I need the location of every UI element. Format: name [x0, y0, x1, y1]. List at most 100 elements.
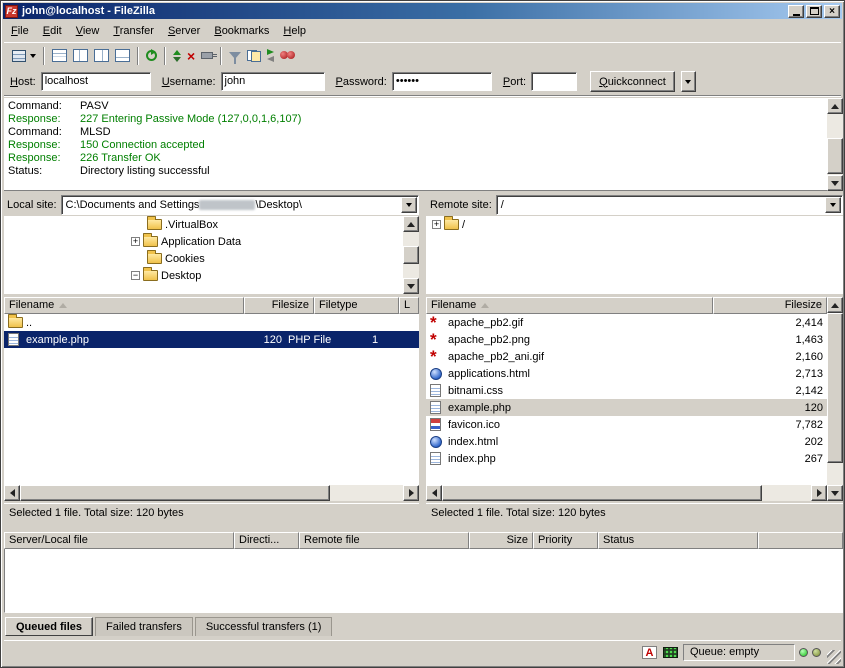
menu-server[interactable]: Server: [161, 22, 207, 40]
scroll-up-button[interactable]: [827, 297, 843, 313]
menu-file[interactable]: File: [4, 22, 36, 40]
scrollbar-thumb[interactable]: [827, 138, 843, 174]
tree-item[interactable]: −Desktop: [4, 267, 419, 284]
local-list-header: Filename Filesize Filetype L: [4, 297, 419, 314]
column-header-status[interactable]: Status: [598, 532, 758, 549]
directory-comparison-button[interactable]: [244, 45, 264, 67]
menu-transfer[interactable]: Transfer: [106, 22, 161, 40]
tree-item[interactable]: +/: [426, 216, 843, 233]
scroll-down-button[interactable]: [827, 175, 843, 191]
expand-icon[interactable]: +: [131, 237, 140, 246]
folder-icon: [444, 219, 459, 230]
close-icon: ×: [829, 6, 835, 17]
tab-failed-transfers[interactable]: Failed transfers: [95, 617, 193, 636]
quickconnect-button[interactable]: Quickconnect: [590, 71, 675, 92]
collapse-icon[interactable]: −: [131, 271, 140, 280]
file-row[interactable]: ..: [4, 314, 419, 331]
log-scrollbar[interactable]: [827, 98, 843, 191]
menu-view[interactable]: View: [69, 22, 107, 40]
close-button[interactable]: ×: [824, 5, 840, 18]
password-input[interactable]: ••••••: [392, 72, 492, 91]
column-header-size[interactable]: Size: [469, 532, 533, 549]
toggle-queue-button[interactable]: [112, 45, 133, 67]
column-header-filename[interactable]: Filename: [426, 297, 713, 314]
transfer-queue-list[interactable]: [4, 549, 843, 613]
tree-item[interactable]: .VirtualBox: [4, 216, 419, 233]
file-row[interactable]: *apache_pb2.png1,463: [426, 331, 827, 348]
scrollbar-thumb[interactable]: [442, 485, 762, 501]
minimize-button[interactable]: [788, 5, 804, 18]
column-header-remote-file[interactable]: Remote file: [299, 532, 469, 549]
quickconnect-dropdown-button[interactable]: [681, 71, 696, 92]
chevron-down-icon: [406, 203, 412, 207]
cancel-transfer-button[interactable]: ×: [184, 45, 198, 67]
menu-bookmarks[interactable]: Bookmarks: [207, 22, 276, 40]
tree-item[interactable]: Cookies: [4, 250, 419, 267]
scroll-up-button[interactable]: [827, 98, 843, 114]
scrollbar-thumb[interactable]: [20, 485, 330, 501]
local-site-combobox[interactable]: C:\Documents and Settings\Desktop\: [61, 195, 419, 215]
tab-queued-files[interactable]: Queued files: [5, 617, 93, 636]
toggle-message-log-button[interactable]: [49, 45, 70, 67]
column-header-filesize[interactable]: Filesize: [713, 297, 827, 314]
refresh-button[interactable]: [143, 45, 160, 67]
chevron-down-icon[interactable]: [30, 54, 36, 58]
file-row-selected[interactable]: example.php120: [426, 399, 827, 416]
column-header-filename[interactable]: Filename: [4, 297, 244, 314]
column-header-filesize[interactable]: Filesize: [244, 297, 314, 314]
file-row[interactable]: *apache_pb2.gif2,414: [426, 314, 827, 331]
host-input[interactable]: localhost: [41, 72, 151, 91]
scrollbar-thumb[interactable]: [403, 246, 419, 264]
port-input[interactable]: [531, 72, 577, 91]
process-queue-button[interactable]: [170, 45, 184, 67]
tree-item[interactable]: +Application Data: [4, 233, 419, 250]
column-header-priority[interactable]: Priority: [533, 532, 598, 549]
file-row[interactable]: index.html202: [426, 433, 827, 450]
php-file-icon: [430, 452, 441, 465]
toggle-remote-tree-button[interactable]: [91, 45, 112, 67]
combo-dropdown-button[interactable]: [401, 197, 417, 213]
title-bar[interactable]: Fz john@localhost - FileZilla ×: [3, 3, 842, 19]
file-row[interactable]: index.php267: [426, 450, 827, 467]
column-header-lastmodified[interactable]: L: [399, 297, 419, 314]
remote-hscrollbar[interactable]: [426, 485, 827, 501]
find-files-button[interactable]: [277, 45, 298, 67]
scroll-left-button[interactable]: [4, 485, 20, 501]
transfer-type-indicator[interactable]: A: [641, 645, 658, 660]
resize-grip[interactable]: [827, 650, 841, 664]
column-header-direction[interactable]: Directi...: [234, 532, 299, 549]
file-row[interactable]: bitnami.css2,142: [426, 382, 827, 399]
scroll-left-button[interactable]: [426, 485, 442, 501]
menu-help[interactable]: Help: [276, 22, 313, 40]
disconnect-button[interactable]: [198, 45, 216, 67]
column-header-filetype[interactable]: Filetype: [314, 297, 399, 314]
expand-icon[interactable]: +: [432, 220, 441, 229]
file-row[interactable]: *apache_pb2_ani.gif2,160: [426, 348, 827, 365]
scroll-down-button[interactable]: [403, 278, 419, 294]
scroll-right-button[interactable]: [403, 485, 419, 501]
maximize-button[interactable]: [806, 5, 822, 18]
site-manager-button[interactable]: [9, 45, 39, 67]
local-site-label: Local site:: [7, 199, 57, 211]
toggle-local-tree-button[interactable]: [70, 45, 91, 67]
scrollbar-thumb[interactable]: [827, 313, 843, 463]
username-input[interactable]: john: [221, 72, 325, 91]
remote-site-combobox[interactable]: /: [496, 195, 843, 215]
combo-dropdown-button[interactable]: [825, 197, 841, 213]
speedlimit-icon: [663, 647, 678, 658]
scroll-up-button[interactable]: [403, 216, 419, 232]
synchronized-browsing-button[interactable]: [264, 45, 277, 67]
file-row-selected[interactable]: example.php 120 PHP File 1: [4, 331, 419, 348]
column-header-server-local-file[interactable]: Server/Local file: [4, 532, 234, 549]
local-tree-scrollbar[interactable]: [403, 216, 419, 294]
filter-button[interactable]: [226, 45, 244, 67]
remote-vscrollbar[interactable]: [827, 297, 843, 501]
local-hscrollbar[interactable]: [4, 485, 419, 501]
menu-edit[interactable]: Edit: [36, 22, 69, 40]
speedlimit-indicator[interactable]: [662, 645, 679, 660]
tab-successful-transfers[interactable]: Successful transfers (1): [195, 617, 333, 636]
scroll-down-button[interactable]: [827, 485, 843, 501]
scroll-right-button[interactable]: [811, 485, 827, 501]
file-row[interactable]: favicon.ico7,782: [426, 416, 827, 433]
file-row[interactable]: applications.html2,713: [426, 365, 827, 382]
